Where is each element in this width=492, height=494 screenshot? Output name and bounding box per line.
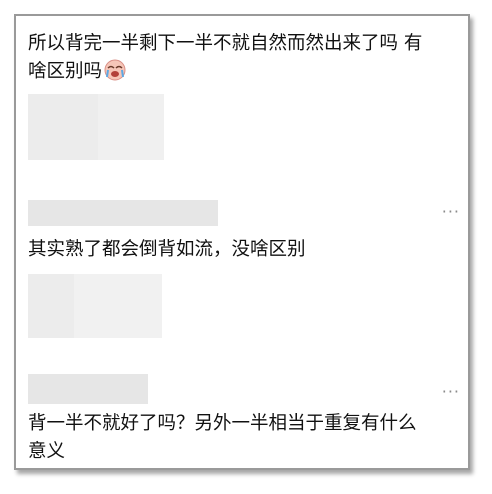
blurred-username	[28, 200, 218, 226]
comment-1-line-1: 所以背完一半剩下一半不就自然而然出来了吗 有	[28, 33, 423, 54]
comment-1-text: 所以背完一半剩下一半不就自然而然出来了吗 有 啥区别吗	[28, 30, 422, 86]
more-options-icon[interactable]: ···	[442, 382, 460, 401]
comment-panel: 所以背完一半剩下一半不就自然而然出来了吗 有 啥区别吗 ··· 其实熟了都会倒背…	[14, 14, 470, 470]
comment-2-text: 其实熟了都会倒背如流，没啥区别	[28, 239, 306, 260]
comment-3-line-2: 意义	[28, 441, 66, 462]
blurred-username	[28, 374, 148, 404]
blurred-image-section	[98, 94, 164, 160]
crying-face-icon	[104, 59, 126, 81]
comment-1-line-2: 啥区别吗	[28, 58, 422, 86]
blurred-image-section	[74, 274, 162, 338]
comment-3-text: 背一半不就好了吗？另外一半相当于重复有什么 意义	[28, 410, 417, 466]
comment-3-line-1: 背一半不就好了吗？另外一半相当于重复有什么	[28, 413, 417, 434]
comment-1-line-2-text: 啥区别吗	[28, 61, 103, 82]
more-options-icon[interactable]: ···	[442, 202, 460, 221]
